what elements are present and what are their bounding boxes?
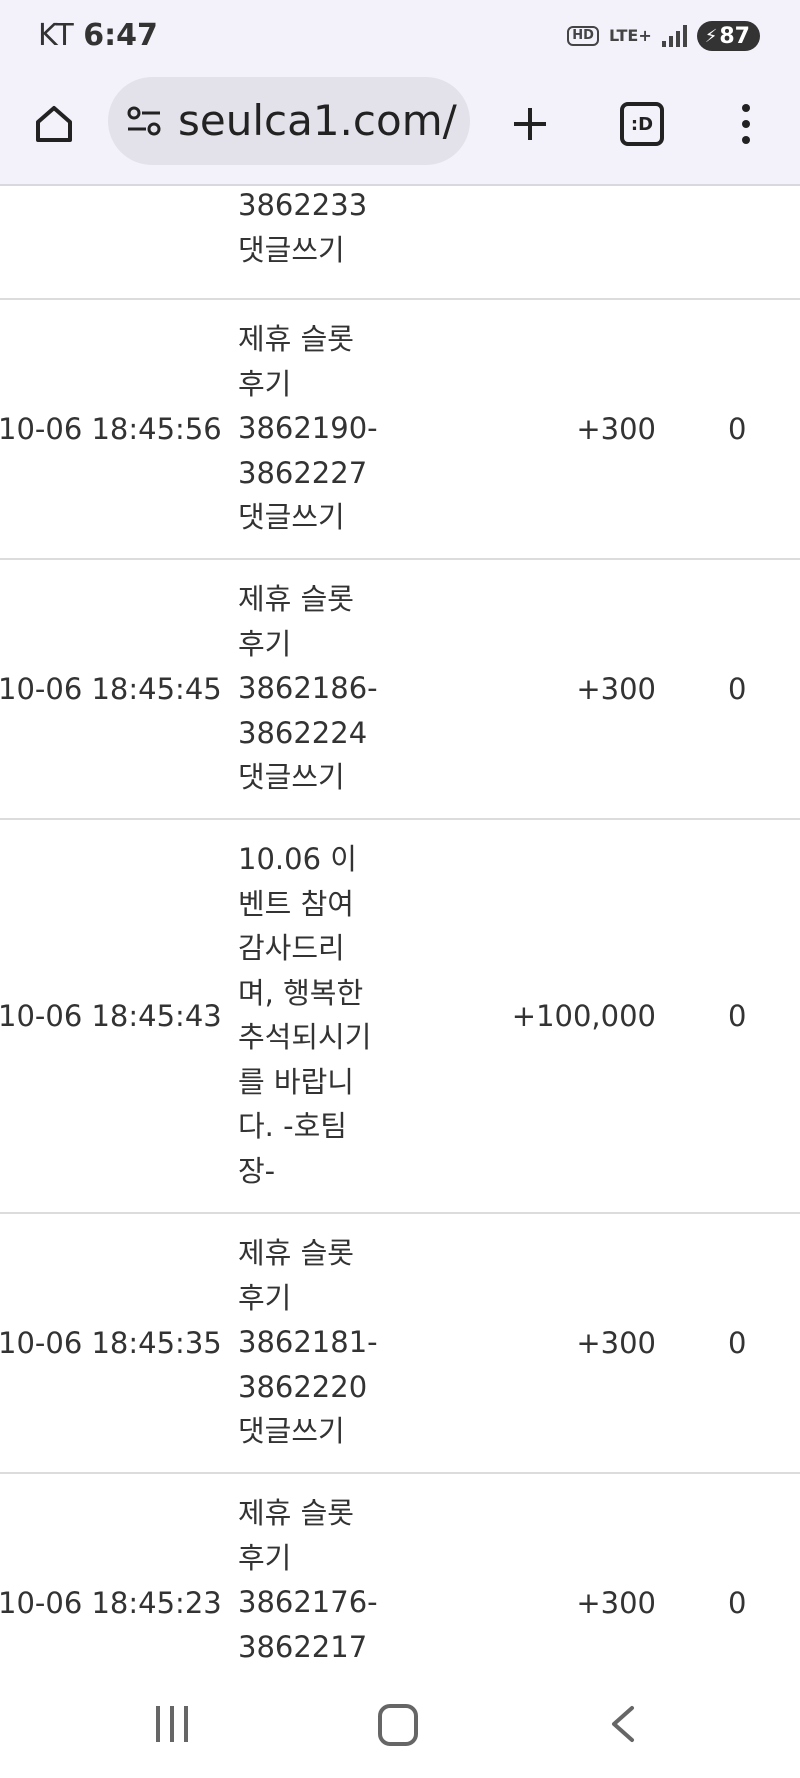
browser-toolbar: seulca1.com/b :D <box>0 72 800 186</box>
row-balance: 0 <box>728 1586 747 1620</box>
row-datetime: 10-06 18:45:23 <box>0 1586 222 1620</box>
table-row: 10-06 18:45:23 제휴 슬롯 후기 3862176- 3862217… <box>0 1474 800 1672</box>
recents-bar-icon <box>170 1706 174 1742</box>
menu-dot-icon <box>742 120 750 128</box>
description-line: 10.06 이 <box>238 842 357 876</box>
row-amount: +300 <box>576 1586 656 1620</box>
row-balance: 0 <box>728 412 747 446</box>
description-line: 를 바랍니 <box>238 1064 354 1099</box>
carrier-label: KT <box>38 18 74 53</box>
description-line: 제휴 슬롯 <box>238 1496 354 1530</box>
plus-icon <box>514 108 546 140</box>
home-button[interactable] <box>26 96 82 152</box>
row-description: 제휴 슬롯 후기 3862186- 3862224 댓글쓰기 <box>238 577 388 800</box>
site-settings-icon[interactable] <box>126 105 162 137</box>
more-menu-button[interactable] <box>728 96 764 152</box>
table-row: 10-06 18:45:35 제휴 슬롯 후기 3862181- 3862220… <box>0 1214 800 1474</box>
new-tab-button[interactable] <box>502 96 558 152</box>
address-bar[interactable]: seulca1.com/b <box>108 77 470 165</box>
row-description: 제휴 슬롯 후기 3862181- 3862220 댓글쓰기 <box>238 1231 388 1454</box>
recents-bar-icon <box>184 1706 188 1742</box>
tab-switcher-label: :D <box>630 113 654 135</box>
description-line: 후기 <box>238 1540 292 1575</box>
row-amount: +100,000 <box>511 999 656 1033</box>
description-line: 댓글쓰기 <box>238 760 345 794</box>
description-line: 3862224 <box>238 715 368 750</box>
charging-bolt-icon: ⚡ <box>704 25 718 47</box>
description-line: 다. -호팀 <box>238 1109 347 1143</box>
description-line: 댓글쓰기 <box>238 1414 345 1448</box>
recents-bar-icon <box>156 1706 160 1742</box>
description-line: 감사드리 <box>238 931 345 965</box>
row-amount: +300 <box>576 1326 656 1360</box>
description-line: 3862176- <box>238 1585 378 1619</box>
row-description: 3862233 댓글쓰기 <box>238 186 388 272</box>
table-row: 10-06 18:45:45 제휴 슬롯 후기 3862186- 3862224… <box>0 560 800 820</box>
description-line: 장- <box>238 1153 276 1188</box>
home-icon <box>36 106 72 142</box>
description-line: 3862181- <box>238 1325 378 1359</box>
description-line: 3862220 <box>238 1369 368 1404</box>
menu-dot-icon <box>742 104 750 112</box>
description-line: 댓글쓰기 <box>238 232 345 267</box>
battery-level: 87 <box>719 23 750 49</box>
back-icon[interactable] <box>604 1704 644 1744</box>
point-history-table: 3862233 댓글쓰기 10-06 18:45:56 제휴 슬롯 후기 386… <box>0 186 800 1672</box>
menu-dot-icon <box>742 136 750 144</box>
row-description: 제휴 슬롯 후기 3862190- 3862227 댓글쓰기 <box>238 317 388 540</box>
signal-icon <box>661 25 687 47</box>
row-description: 10.06 이 벤트 참여 감사드리 며, 행복한 추석되시기 를 바랍니 다.… <box>238 837 388 1193</box>
row-datetime: 10-06 18:45:56 <box>0 412 222 446</box>
description-line: 댓글쓰기 <box>238 500 345 534</box>
description-line: 제휴 슬롯 <box>238 582 354 616</box>
table-row: 3862233 댓글쓰기 <box>0 186 800 300</box>
row-balance: 0 <box>728 672 747 706</box>
description-line: 며, 행복한 <box>238 975 364 1010</box>
battery-icon: ⚡ 87 <box>696 21 760 51</box>
row-amount: +300 <box>576 672 656 706</box>
row-description: 제휴 슬롯 후기 3862176- 3862217 <box>238 1491 388 1669</box>
carrier-time: KT 6:47 <box>38 18 158 53</box>
recents-button[interactable] <box>156 1706 188 1742</box>
description-line: 3862233 <box>238 188 368 222</box>
table-row: 10-06 18:45:56 제휴 슬롯 후기 3862190- 3862227… <box>0 300 800 560</box>
description-line: 3862217 <box>238 1629 368 1664</box>
row-balance: 0 <box>728 1326 747 1360</box>
description-line: 제휴 슬롯 <box>238 1236 354 1270</box>
description-line: 제휴 슬롯 <box>238 322 354 356</box>
description-line: 후기 <box>238 366 292 401</box>
description-line: 벤트 참여 <box>238 886 354 921</box>
lte-icon: LTE+ <box>608 26 652 45</box>
status-bar: KT 6:47 HD LTE+ ⚡ 87 <box>0 0 800 72</box>
description-line: 후기 <box>238 1280 292 1315</box>
description-line: 3862186- <box>238 671 378 705</box>
url-text[interactable]: seulca1.com/b <box>178 96 460 145</box>
status-icons: HD LTE+ ⚡ 87 <box>567 18 760 54</box>
row-datetime: 10-06 18:45:43 <box>0 999 222 1033</box>
home-nav-button[interactable] <box>378 1704 418 1746</box>
system-nav-bar <box>0 1672 800 1778</box>
row-datetime: 10-06 18:45:35 <box>0 1326 222 1360</box>
description-line: 3862227 <box>238 455 368 490</box>
description-line: 3862190- <box>238 411 378 445</box>
clock: 6:47 <box>83 18 158 53</box>
hd-voice-icon: HD <box>567 26 599 46</box>
description-line: 추석되시기 <box>238 1020 372 1054</box>
description-line: 후기 <box>238 626 292 661</box>
table-row: 10-06 18:45:43 10.06 이 벤트 참여 감사드리 며, 행복한… <box>0 820 800 1214</box>
tab-switcher-button[interactable]: :D <box>620 102 664 146</box>
row-amount: +300 <box>576 412 656 446</box>
row-balance: 0 <box>728 999 747 1033</box>
row-datetime: 10-06 18:45:45 <box>0 672 222 706</box>
